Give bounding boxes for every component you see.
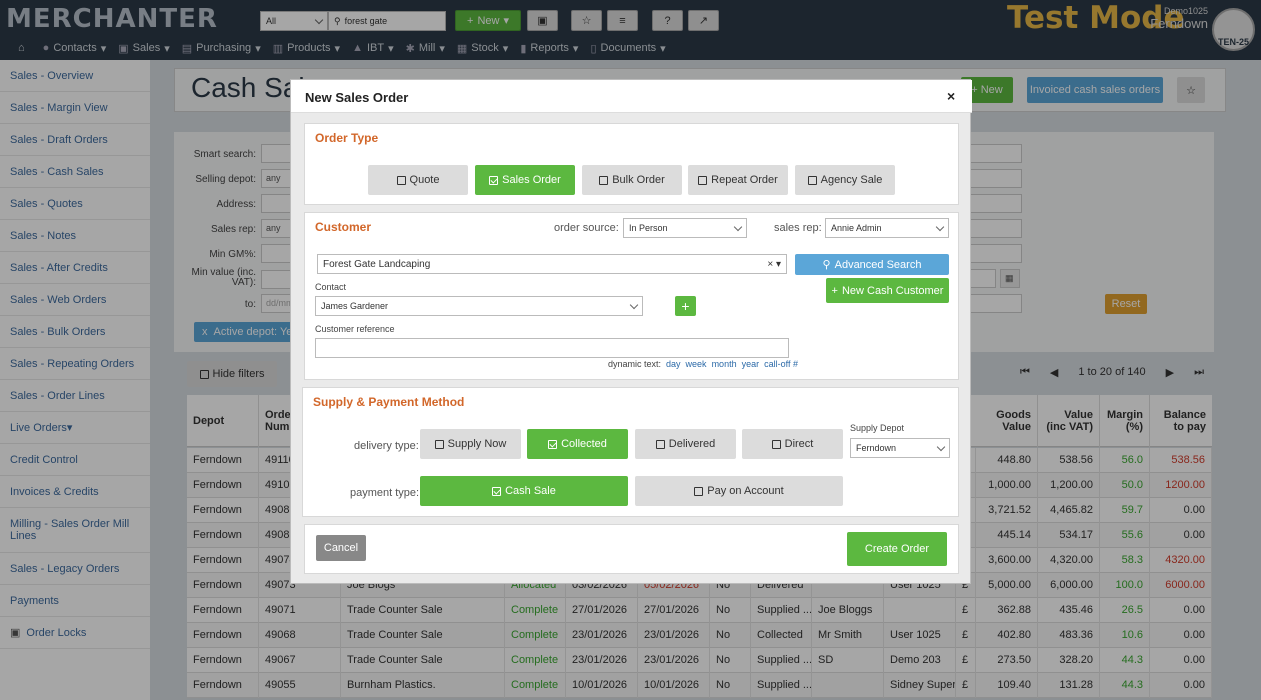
modal-header: New Sales Order × — [291, 80, 972, 113]
order-source-select[interactable]: In Person — [623, 218, 747, 238]
customer-reference-input[interactable] — [315, 338, 789, 358]
contact-select[interactable]: James Gardener — [315, 296, 643, 316]
new-cash-customer-button[interactable]: + New Cash Customer — [826, 278, 949, 303]
checkbox-icon — [698, 175, 708, 185]
supply-payment-heading: Supply & Payment Method — [313, 395, 465, 409]
dynamic-link-week[interactable]: week — [686, 359, 707, 369]
order-type-agency-sale[interactable]: Agency Sale — [795, 165, 895, 195]
order-type-heading: Order Type — [315, 131, 379, 145]
delivery-supply-now[interactable]: Supply Now — [420, 429, 521, 459]
checkbox-icon — [599, 175, 609, 185]
order-type-label: Quote — [409, 174, 440, 186]
advanced-search-label: Advanced Search — [834, 258, 922, 271]
payment-pay-on-account[interactable]: Pay on Account — [635, 476, 843, 506]
contact-value: James Gardener — [321, 301, 389, 311]
checkbox-checked-icon — [548, 439, 558, 449]
new-cash-customer-label: New Cash Customer — [841, 284, 944, 297]
payment-cash-sale[interactable]: Cash Sale — [420, 476, 628, 506]
chevron-down-icon — [629, 300, 639, 309]
plus-icon: + — [831, 284, 838, 297]
supply-depot-label: Supply Depot — [850, 423, 905, 433]
close-icon[interactable]: × — [947, 88, 955, 104]
order-type-quote[interactable]: Quote — [368, 165, 468, 195]
dynamic-text-label: dynamic text: — [608, 359, 662, 369]
checkbox-icon — [434, 439, 444, 449]
modal-footer: Cancel Create Order — [304, 524, 959, 574]
chevron-down-icon — [935, 222, 945, 231]
chevron-down-icon — [733, 222, 743, 231]
checkbox-checked-icon — [492, 486, 502, 496]
add-contact-button[interactable]: + — [675, 296, 696, 316]
dynamic-link-day[interactable]: day — [666, 359, 681, 369]
dynamic-link-year[interactable]: year — [742, 359, 760, 369]
customer-section: Customer order source: In Person sales r… — [304, 212, 959, 380]
checkbox-icon — [807, 175, 817, 185]
customer-heading: Customer — [315, 220, 372, 234]
chevron-down-icon — [936, 442, 946, 451]
delivery-type-label: delivery type: — [354, 440, 419, 452]
customer-select[interactable]: Forest Gate Landcaping × ▾ — [317, 254, 787, 274]
order-type-repeat-order[interactable]: Repeat Order — [688, 165, 788, 195]
checkbox-icon — [694, 486, 704, 496]
supply-depot-value: Ferndown — [856, 443, 897, 453]
order-source-value: In Person — [629, 223, 668, 233]
payment-type-text: Pay on Account — [707, 485, 784, 497]
delivery-type-text: Supply Now — [447, 438, 507, 450]
delivery-type-text: Collected — [561, 438, 607, 450]
order-type-label: Sales Order — [502, 174, 561, 186]
delivery-collected[interactable]: Collected — [527, 429, 628, 459]
customer-value: Forest Gate Landcaping — [323, 258, 431, 270]
clear-caret-icon[interactable]: × ▾ — [767, 259, 781, 270]
customer-reference-label: Customer reference — [315, 324, 395, 334]
delivery-direct[interactable]: Direct — [742, 429, 843, 459]
dynamic-link-month[interactable]: month — [712, 359, 737, 369]
supply-payment-section: Supply & Payment Method delivery type: S… — [302, 387, 959, 517]
delivery-delivered[interactable]: Delivered — [635, 429, 736, 459]
contact-label: Contact — [315, 282, 347, 292]
create-order-button[interactable]: Create Order — [847, 532, 947, 566]
search-icon: ⚲ — [822, 259, 831, 271]
checkbox-checked-icon — [489, 175, 499, 185]
checkbox-icon — [396, 175, 406, 185]
order-type-label: Repeat Order — [711, 174, 778, 186]
advanced-search-button[interactable]: ⚲ Advanced Search — [795, 254, 949, 275]
order-type-bulk-order[interactable]: Bulk Order — [582, 165, 682, 195]
plus-icon: + — [681, 298, 690, 314]
delivery-type-text: Delivered — [668, 438, 716, 450]
order-type-sales-order[interactable]: Sales Order — [475, 165, 575, 195]
sales-rep-select[interactable]: Annie Admin — [825, 218, 949, 238]
checkbox-icon — [771, 439, 781, 449]
sales-rep-value: Annie Admin — [831, 223, 882, 233]
modal-title: New Sales Order — [305, 90, 409, 105]
sales-rep-label: sales rep: — [774, 222, 822, 234]
payment-type-text: Cash Sale — [505, 485, 556, 497]
supply-depot-select[interactable]: Ferndown — [850, 438, 950, 458]
order-type-label: Agency Sale — [820, 174, 883, 186]
payment-type-label: payment type: — [350, 487, 420, 499]
cancel-button[interactable]: Cancel — [316, 535, 366, 561]
new-sales-order-modal: New Sales Order × Order Type Quote Sales… — [290, 79, 972, 584]
dynamic-text-row: dynamic text: day week month year call-o… — [608, 359, 798, 369]
delivery-type-text: Direct — [784, 438, 814, 450]
checkbox-icon — [655, 439, 665, 449]
order-type-label: Bulk Order — [612, 174, 665, 186]
order-source-label: order source: — [554, 222, 619, 234]
order-type-section: Order Type Quote Sales Order Bulk Order … — [304, 123, 959, 205]
dynamic-link-call-off[interactable]: call-off # — [764, 359, 798, 369]
